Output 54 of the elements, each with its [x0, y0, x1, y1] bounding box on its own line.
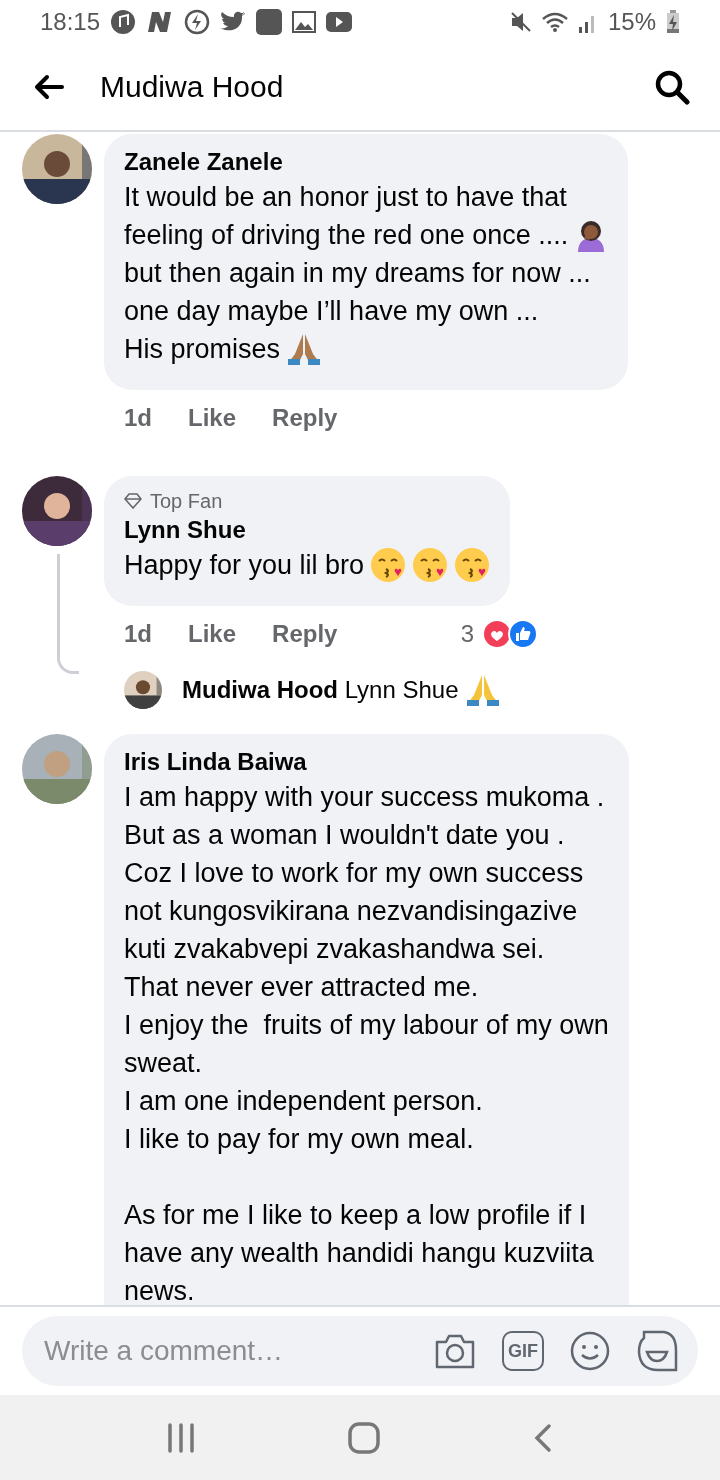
camera-icon[interactable] [434, 1332, 476, 1370]
comment-text: news. [124, 1275, 195, 1305]
like-link[interactable]: Like [188, 404, 237, 432]
comment-text: one day maybe I’ll have my own ... [124, 295, 539, 328]
comment-text: But as a woman I wouldn't date you . [124, 819, 565, 852]
comment-text: I enjoy the fruits of my labour of my own [124, 1009, 609, 1042]
lightning-icon [184, 9, 211, 35]
comment-author[interactable]: Zanele Zanele [124, 146, 609, 178]
reaction-count: 3 [460, 620, 474, 648]
comment-author[interactable]: Iris Linda Baiwa [124, 746, 609, 778]
comment-field[interactable]: Write a comment… GIF [22, 1316, 698, 1386]
comment-text: Coz I love to work for my own success [124, 857, 584, 890]
wifi-icon [541, 11, 568, 33]
status-time: 18:15 [40, 8, 101, 36]
image-icon [292, 11, 317, 33]
comment-text: sweat. [124, 1047, 203, 1080]
back-button[interactable] [34, 74, 64, 100]
comment-text: have any wealth handidi hangu kuzviita [124, 1237, 594, 1270]
badge-label: Top Fan [150, 489, 223, 514]
back-nav-button[interactable] [533, 1422, 554, 1453]
comment-text: kuti zvakabvepi zvakashandwa sei. [124, 933, 545, 966]
comment-text: not kungosvikirana nezvandisingazive [124, 895, 578, 928]
home-button[interactable] [348, 1421, 380, 1454]
comment-time: 1d [124, 404, 152, 432]
comment-text: I am one independent person. [124, 1085, 483, 1118]
comment-author[interactable]: Lynn Shue [124, 514, 491, 546]
bird-icon [220, 11, 247, 33]
recent-apps-button[interactable] [166, 1422, 195, 1453]
comment-text: Happy for you lil bro [124, 549, 365, 582]
emoji-icon[interactable] [570, 1331, 610, 1371]
comment-text: It would be an honor just to have that [124, 181, 567, 214]
sticker-icon[interactable] [636, 1330, 678, 1372]
comment-text: I like to pay for my own meal. [124, 1123, 474, 1156]
gif-button[interactable]: GIF [502, 1331, 544, 1371]
comment-time: 1d [124, 620, 152, 648]
mute-icon [509, 11, 532, 33]
comment-text: I am happy with your success mukoma . [124, 781, 605, 814]
app-icon [256, 9, 283, 35]
comment-text: His promises [124, 333, 281, 366]
comment-text: feeling of driving the red one once .... [124, 219, 569, 252]
music-app-icon [110, 9, 137, 35]
comment-text: That never ever attracted me. [124, 971, 479, 1004]
comment-text: As for me I like to keep a low profile if I [124, 1199, 587, 1232]
video-icon [326, 12, 353, 32]
reply-link[interactable]: Reply [272, 404, 338, 432]
page-title: Mudiwa Hood [100, 70, 285, 104]
comment-text: but then again in my dreams for now ... [124, 257, 591, 290]
battery-percent: 15% [607, 8, 656, 36]
diamond-icon [124, 493, 142, 509]
reply-link[interactable]: Reply [272, 620, 338, 648]
search-button[interactable] [654, 69, 690, 105]
battery-charging-icon [666, 10, 680, 34]
reply-text: Mudiwa Hood Lynn Shue [182, 676, 459, 704]
like-link[interactable]: Like [188, 620, 237, 648]
